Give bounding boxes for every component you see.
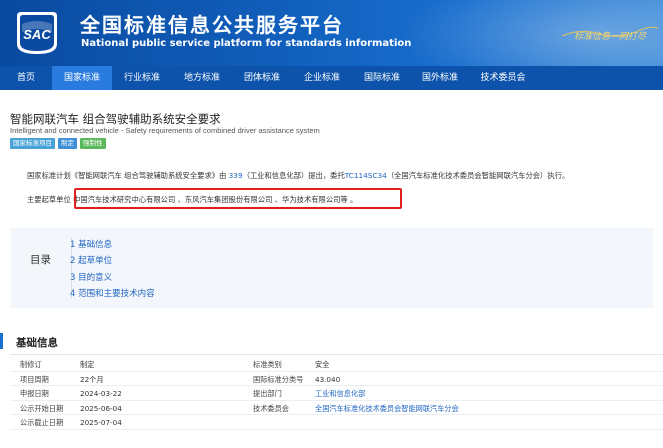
section-accent-bar	[0, 333, 3, 349]
info-label: 制修订	[20, 360, 42, 369]
standard-title-en: Intelligent and connected vehicle - Safe…	[10, 126, 320, 135]
tag-mandatory: 强制性	[80, 138, 106, 149]
nav-item-4[interactable]: 团体标准	[232, 66, 292, 90]
info-label: 标准类别	[253, 360, 282, 369]
logo-text: SAC	[23, 27, 51, 42]
standard-tags: 国家标准项目 制定 强制性	[10, 138, 106, 149]
nav-item-3[interactable]: 地方标准	[172, 66, 232, 90]
info-label: 提出部门	[253, 389, 282, 398]
nav-item-1[interactable]: 国家标准	[52, 66, 112, 90]
tc-code-link[interactable]: TC114SC34	[345, 171, 387, 180]
info-label: 公示开始日期	[20, 403, 64, 413]
toc-item-purpose[interactable]: 3 目的意义	[70, 271, 112, 283]
section-divider	[10, 354, 663, 355]
info-value[interactable]: 全国汽车标准化技术委员会智能网联汽车分会	[315, 404, 459, 414]
table-row: 公示截止日期 2025-07-04	[10, 415, 663, 430]
tag-project-type: 国家标准项目	[10, 138, 55, 149]
desc-text-2: （工业和信息化部）提出，委托	[242, 171, 345, 180]
nav-item-7[interactable]: 国外标准	[412, 66, 468, 90]
toc-item-drafting-units[interactable]: 2 起草单位	[70, 254, 112, 266]
slogan-text: 标准信息一网打尽	[574, 31, 647, 42]
sac-logo[interactable]: SAC	[13, 10, 61, 56]
nav-item-2[interactable]: 行业标准	[112, 66, 172, 90]
info-value: 22个月	[80, 374, 104, 384]
standard-title: 智能网联汽车 组合驾驶辅助系统安全要求	[10, 112, 221, 126]
main-nav: 首页 国家标准 行业标准 地方标准 团体标准 企业标准 国际标准 国外标准 技术委员会	[0, 66, 663, 90]
basic-info-title: 基础信息	[16, 337, 58, 349]
dept-code-link[interactable]: 339	[229, 171, 243, 180]
info-value: 2025-07-04	[80, 418, 122, 427]
tag-revision: 制定	[58, 138, 77, 149]
desc-text-1: 国家标准计划《智能网联汽车 组合驾驶辅助系统安全要求》由	[27, 171, 229, 180]
site-subtitle: National public service platform for sta…	[81, 38, 412, 49]
table-row: 申报日期 2024-03-22 提出部门 工业和信息化部	[10, 386, 663, 401]
plan-description: 国家标准计划《智能网联汽车 组合驾驶辅助系统安全要求》由 339（工业和信息化部…	[27, 171, 569, 181]
info-label: 技术委员会	[253, 403, 289, 413]
toc-item-scope[interactable]: 4 范围和主要技术内容	[70, 287, 155, 299]
site-title: 全国标准信息公共服务平台	[80, 13, 344, 37]
slogan-calligraphy: 标准信息一网打尽	[561, 26, 659, 42]
info-value: 2025-06-04	[80, 403, 122, 413]
table-row: 项目周期 22个月 国际标准分类号 43.040	[10, 372, 663, 386]
nav-item-5[interactable]: 企业标准	[292, 66, 352, 90]
toc-item-basic-info[interactable]: 1 基础信息	[70, 238, 112, 250]
info-label: 申报日期	[20, 389, 49, 398]
basic-info-table: 制修订 制定 标准类别 安全项目周期 22个月 国际标准分类号 43.040 申报日期 2024…	[10, 357, 663, 430]
desc-text-3: （全国汽车标准化技术委员会智能网联汽车分会）执行。	[386, 171, 570, 180]
info-value: 制定	[80, 360, 95, 369]
info-value: 43.040	[315, 374, 341, 384]
site-header: SAC 全国标准信息公共服务平台 National public service…	[0, 0, 663, 66]
drafters-label: 主要起草单位	[27, 195, 71, 204]
table-row: 制修订 制定 标准类别 安全	[10, 357, 663, 372]
toc-label: 目录	[30, 254, 51, 266]
info-value[interactable]: 工业和信息化部	[315, 389, 365, 399]
drafters-highlight-box	[74, 188, 402, 209]
info-label: 公示截止日期	[20, 418, 64, 427]
nav-item-0[interactable]: 首页	[0, 66, 52, 90]
info-value: 安全	[315, 360, 330, 369]
table-of-contents: 目录 1 基础信息 2 起草单位 3 目的意义 4 范围和主要技术内容	[11, 228, 653, 308]
nav-item-6[interactable]: 国际标准	[352, 66, 412, 90]
info-value: 2024-03-22	[80, 389, 122, 398]
nav-item-8[interactable]: 技术委员会	[468, 66, 538, 90]
info-label: 国际标准分类号	[253, 374, 304, 384]
info-label: 项目周期	[20, 374, 49, 384]
table-row: 公示开始日期 2025-06-04 技术委员会 全国汽车标准化技术委员会智能网联汽车分…	[10, 401, 663, 415]
